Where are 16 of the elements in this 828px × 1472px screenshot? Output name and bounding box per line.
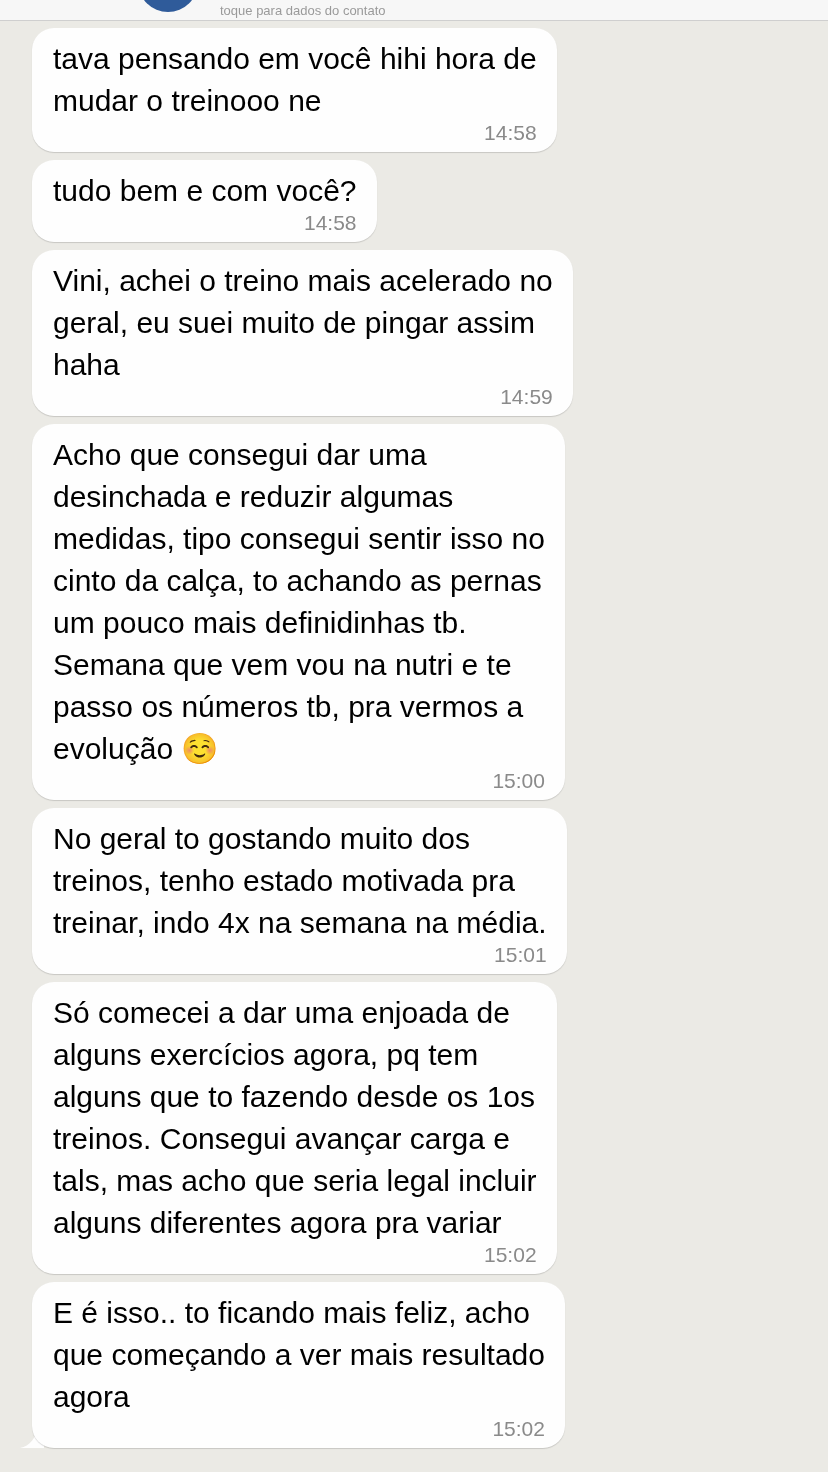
message-time: 15:01 xyxy=(493,944,547,966)
message-text: Acho que consegui dar uma desinchada e reduzir algumas medidas, tipo consegui sentir isso no cinto da calça, to achando as pernas um pouco mais definidinhas tb. Semana que vem vou na nutri e te passo os números tb, pra vermos a evolução ☺ xyxy=(53,437,545,767)
message-time: 14:58 xyxy=(483,122,537,144)
message-text: Vini, achei o treino mais acelerado no geral, eu suei muito de pingar assim haha xyxy=(53,263,553,383)
message-time: 14:58 xyxy=(302,212,357,234)
message-text: No geral to gostando muito dos treinos, tenho estado motivada pra treinar, indo 4x na semana na média. xyxy=(53,821,547,941)
message-text: Só comecei a dar uma enjoada de alguns exercícios agora, pq tem alguns que to fazendo desde os 1os treinos. Consegui avançar carga e tals, mas acho que seria legal incluir alguns diferentes agora pra variar xyxy=(53,995,537,1241)
message-text: tudo bem e com você? xyxy=(53,173,357,209)
message-time: 15:02 xyxy=(483,1244,537,1266)
contact-subtitle: toque para dados do contato xyxy=(220,2,386,20)
message-time: 14:59 xyxy=(499,386,553,408)
message-text: E é isso.. to ficando mais feliz, acho que começando a ver mais resultado agora xyxy=(53,1295,545,1415)
message-text: tava pensando em você hihi hora de mudar o treinooo ne xyxy=(53,41,537,119)
message-time: 15:00 xyxy=(491,770,545,792)
chat-header[interactable]: toque para dados do contato xyxy=(0,0,828,21)
message-time: 15:02 xyxy=(491,1418,545,1440)
